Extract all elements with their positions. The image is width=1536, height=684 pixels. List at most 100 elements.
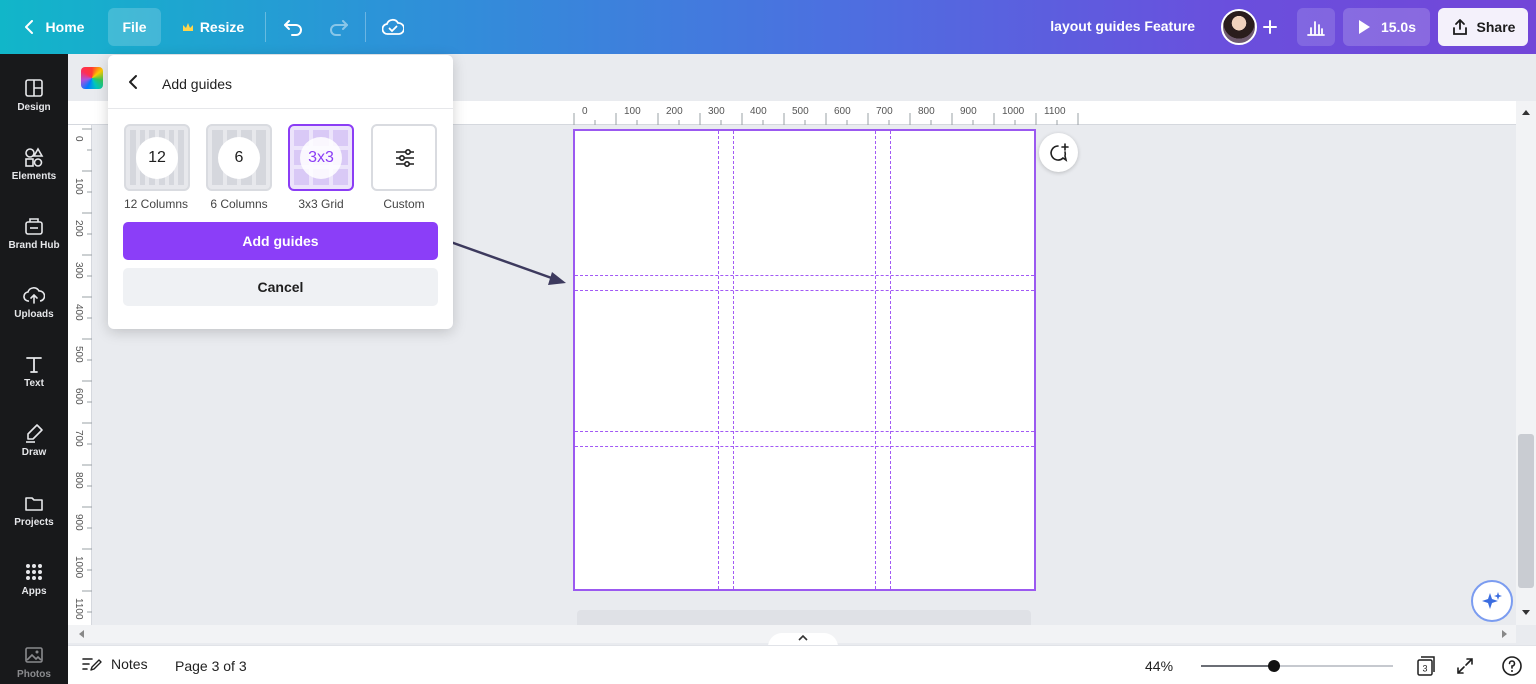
undo-button[interactable]	[276, 8, 310, 46]
scroll-left-arrow-icon	[79, 630, 84, 638]
share-upload-icon	[1452, 19, 1467, 35]
sidebar-item-draw[interactable]: Draw	[0, 410, 68, 470]
vertical-scrollbar-thumb[interactable]	[1518, 434, 1534, 588]
ruler-tick-label: 100	[73, 178, 84, 195]
vertical-ruler: 0 100 200 300 400 500 600 700 800 900 10…	[68, 125, 92, 625]
file-menu-button[interactable]: File	[108, 8, 161, 46]
ruler-tick-label: 400	[750, 106, 767, 117]
resize-label: Resize	[199, 19, 245, 35]
sidebar-item-apps[interactable]: Apps	[0, 549, 68, 609]
next-page-preview	[577, 610, 1031, 626]
brand-hub-icon	[25, 218, 43, 235]
sidebar-item-design[interactable]: Design	[0, 65, 68, 125]
ruler-tick-label: 1000	[73, 556, 84, 579]
expand-icon	[1457, 658, 1473, 674]
ruler-tick-label: 600	[834, 106, 851, 117]
apps-grid-icon	[26, 564, 42, 580]
layout-guide-horizontal[interactable]	[575, 290, 1034, 291]
layout-guide-vertical[interactable]	[890, 131, 891, 589]
share-label: Share	[1476, 19, 1516, 35]
sidebar-item-uploads[interactable]: Uploads	[0, 272, 68, 332]
ruler-tick-label: 500	[792, 106, 809, 117]
document-title[interactable]: layout guides Feature	[1050, 18, 1195, 34]
ruler-ticks	[82, 128, 92, 613]
layout-guide-vertical[interactable]	[875, 131, 876, 589]
top-toolbar: Home File Resize layout guides Feature 1…	[0, 0, 1536, 54]
add-comment-button[interactable]	[1039, 133, 1078, 172]
option-badge: 6	[218, 136, 260, 179]
folder-icon	[25, 497, 43, 511]
layout-guide-vertical[interactable]	[718, 131, 719, 589]
present-play-button[interactable]: 15.0s	[1343, 8, 1430, 46]
zoom-value[interactable]: 44%	[1145, 658, 1173, 674]
chevron-up-icon	[798, 634, 808, 641]
page-count-badge: 3	[1422, 664, 1427, 674]
layout-guide-horizontal[interactable]	[575, 446, 1034, 447]
annotation-arrow	[444, 238, 566, 285]
panel-header: Add guides	[108, 55, 453, 109]
zoom-slider-knob[interactable]	[1267, 660, 1280, 672]
ruler-tick-label: 400	[73, 304, 84, 321]
ruler-tick-label: 1100	[73, 598, 84, 620]
sidebar-item-projects[interactable]: Projects	[0, 480, 68, 540]
sidebar-item-label: Uploads	[14, 309, 54, 320]
zoom-slider-fill	[1201, 665, 1274, 667]
plus-icon	[1263, 20, 1277, 34]
option-label: 6 Columns	[210, 197, 268, 211]
ruler-tick-label: 900	[960, 106, 977, 117]
guide-option-6-columns[interactable]: 6	[206, 124, 272, 191]
toolbar-divider	[265, 12, 266, 42]
notes-icon	[82, 658, 102, 671]
help-button[interactable]	[1501, 655, 1523, 677]
notes-button[interactable]: Notes	[82, 656, 148, 672]
home-button[interactable]: Home	[10, 8, 98, 46]
layout-guide-horizontal[interactable]	[575, 275, 1034, 276]
option-badge: 12	[136, 136, 178, 179]
sidebar-item-text[interactable]: Text	[0, 341, 68, 401]
guide-option-3x3-grid[interactable]: 3x3	[288, 124, 354, 191]
share-button[interactable]: Share	[1438, 8, 1528, 46]
fullscreen-button[interactable]	[1454, 655, 1476, 677]
ruler-tick-label: 200	[73, 220, 84, 237]
guide-option-12-columns[interactable]: 12	[124, 124, 190, 191]
sidebar-item-brand-hub[interactable]: Brand Hub	[0, 203, 68, 263]
add-guides-button[interactable]: Add guides	[123, 222, 438, 260]
magic-assistant-button[interactable]	[1471, 580, 1513, 622]
sidebar-item-photos[interactable]: Photos	[0, 632, 68, 684]
ruler-tick-label: 0	[73, 136, 84, 142]
layout-guide-horizontal[interactable]	[575, 431, 1034, 432]
sidebar-item-elements[interactable]: Elements	[0, 134, 68, 194]
cloud-upload-icon	[23, 287, 45, 304]
file-label: File	[122, 19, 147, 35]
cancel-button[interactable]: Cancel	[123, 268, 438, 306]
layout-guide-vertical[interactable]	[733, 131, 734, 589]
panel-title: Add guides	[162, 76, 233, 92]
page-grid-button[interactable]: 3	[1415, 655, 1437, 677]
guide-option-custom[interactable]	[371, 124, 437, 191]
ruler-tick-label: 500	[73, 346, 84, 363]
ruler-tick-label: 1000	[1002, 106, 1025, 117]
add-collaborator-button[interactable]	[1255, 8, 1285, 46]
text-icon	[26, 357, 42, 373]
notes-label: Notes	[111, 656, 148, 672]
resize-button[interactable]: Resize	[172, 8, 254, 46]
avatar[interactable]	[1221, 9, 1257, 45]
ruler-tick-label: 0	[582, 106, 588, 117]
redo-icon	[330, 20, 348, 36]
chevron-left-icon	[24, 20, 33, 34]
sidebar-item-label: Brand Hub	[8, 240, 60, 251]
color-picker-swatch[interactable]	[81, 67, 103, 89]
insights-button[interactable]	[1297, 8, 1335, 46]
sidebar-item-label: Elements	[11, 171, 57, 182]
sidebar-item-label: Design	[17, 102, 51, 113]
zoom-slider[interactable]	[1201, 660, 1393, 672]
redo-button[interactable]	[322, 8, 356, 46]
ruler-tick-label: 700	[73, 430, 84, 447]
undo-icon	[284, 20, 302, 36]
scroll-down-arrow-icon	[1522, 610, 1530, 615]
sidebar-item-label: Text	[24, 378, 44, 389]
design-page-canvas[interactable]	[573, 129, 1036, 591]
save-status-button[interactable]	[376, 8, 410, 46]
back-chevron-icon[interactable]	[126, 74, 142, 90]
pages-icon: 3	[1417, 656, 1435, 676]
